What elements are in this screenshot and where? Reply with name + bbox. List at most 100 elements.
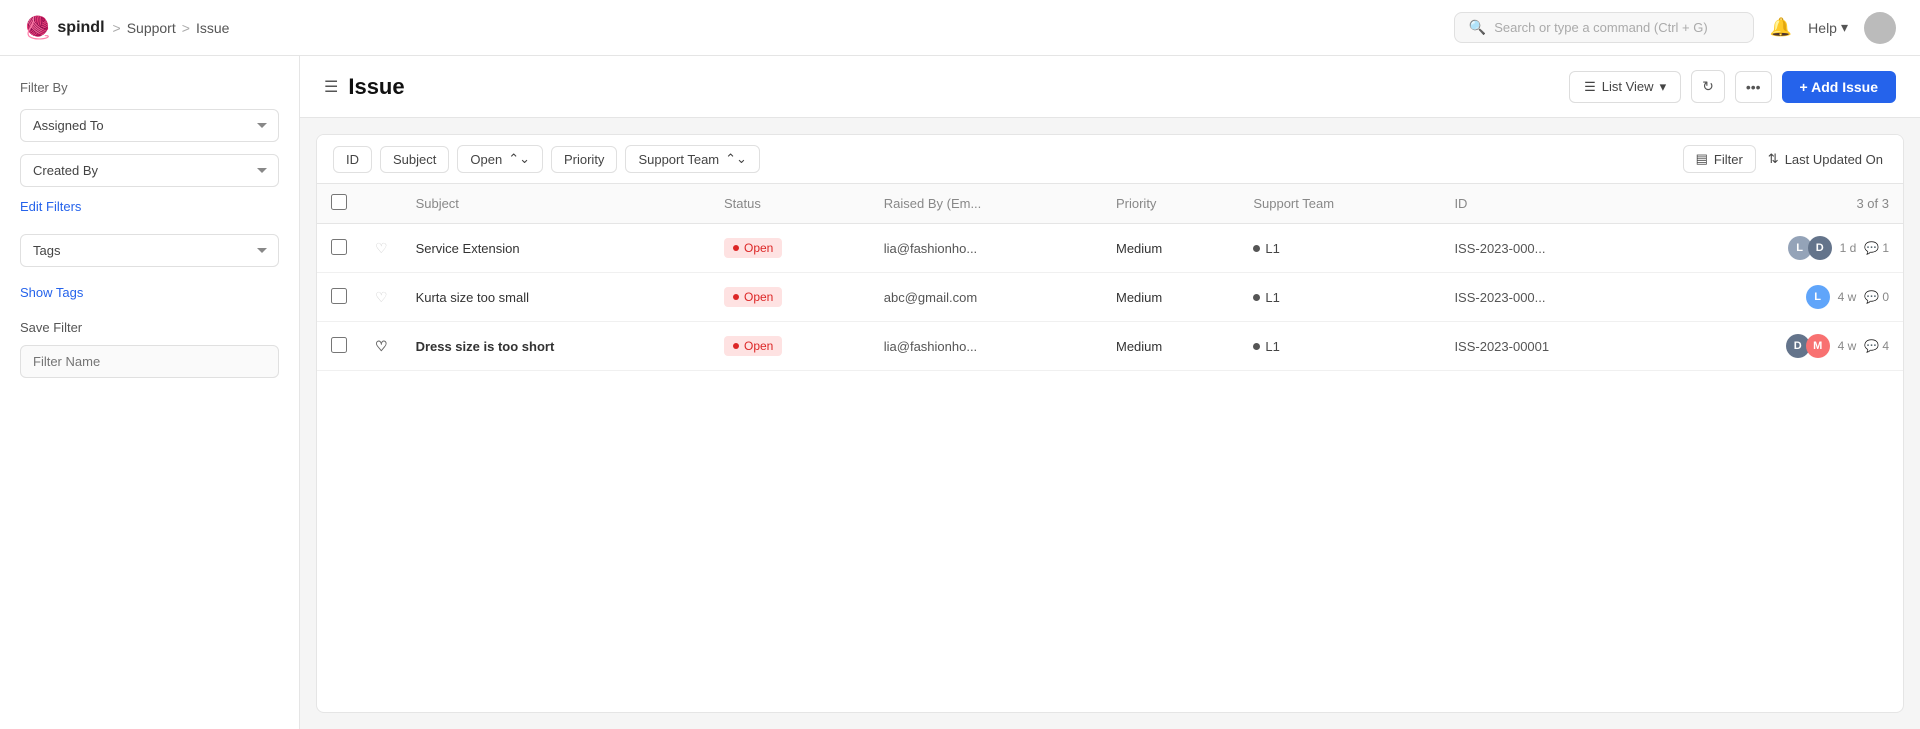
th-subject-label: Subject (416, 196, 459, 211)
support-team-filter[interactable]: Support Team ⌃⌄ (625, 145, 760, 173)
avatar-group: DM (1790, 334, 1830, 358)
logo: 🧶 spindl (24, 15, 105, 41)
sort-button[interactable]: ⇅ Last Updated On (1764, 146, 1887, 172)
record-count: 3 of 3 (1856, 196, 1889, 211)
help-label: Help (1808, 20, 1837, 36)
help-button[interactable]: Help ▾ (1808, 19, 1848, 36)
content-area: ☰ Issue ☰ List View ▾ ↻ ••• + Add Issue (300, 56, 1920, 729)
sort-label: Last Updated On (1785, 152, 1883, 167)
select-all-checkbox[interactable] (331, 194, 347, 210)
assigned-to-select[interactable]: Assigned To (20, 109, 279, 142)
topnav: 🧶 spindl > Support > Issue 🔍 Search or t… (0, 0, 1920, 56)
th-support-team-label: Support Team (1253, 196, 1334, 211)
table-header: Subject Status Raised By (Em... Priority (317, 184, 1903, 224)
favorite-icon[interactable]: ♡ (375, 240, 388, 256)
row-support-team-cell: L1 (1239, 224, 1440, 273)
add-issue-button[interactable]: + Add Issue (1782, 71, 1896, 103)
page-header: ☰ Issue ☰ List View ▾ ↻ ••• + Add Issue (300, 56, 1920, 118)
row-raised-by-cell: lia@fashionho... (870, 224, 1102, 273)
row-subject-cell[interactable]: Service Extension (402, 224, 710, 273)
row-subject-cell[interactable]: Kurta size too small (402, 273, 710, 322)
subject-filter[interactable]: Subject (380, 146, 449, 173)
list-view-chevron: ▾ (1660, 79, 1667, 95)
subject-filter-label: Subject (393, 152, 436, 167)
th-subject: Subject (402, 184, 710, 224)
logo-text: spindl (57, 19, 104, 37)
topnav-right: 🔍 Search or type a command (Ctrl + G) 🔔 … (1454, 12, 1896, 44)
support-team-filter-label: Support Team (638, 152, 719, 167)
row-subject-cell[interactable]: Dress size is too short (402, 322, 710, 371)
table-row: ♡ Service Extension Open lia@fashionho..… (317, 224, 1903, 273)
avatar: M (1806, 334, 1830, 358)
avatar-group: L (1810, 285, 1830, 309)
filter-icon: ▤ (1696, 151, 1708, 167)
page: Filter By Assigned To Created By Edit Fi… (0, 56, 1920, 729)
row-priority-cell: Medium (1102, 322, 1239, 371)
table-row: ♡ Kurta size too small Open abc@gmail.co… (317, 273, 1903, 322)
comment-count: 💬 1 (1864, 241, 1889, 255)
row-id-cell: ISS-2023-00001 (1440, 322, 1667, 371)
row-checkbox[interactable] (331, 288, 347, 304)
comment-icon: 💬 (1864, 241, 1879, 255)
sidebar: Filter By Assigned To Created By Edit Fi… (0, 56, 300, 729)
favorite-icon[interactable]: ♡ (375, 289, 388, 305)
row-raised-by-cell: abc@gmail.com (870, 273, 1102, 322)
time-ago: 1 d (1840, 241, 1857, 255)
comment-icon: 💬 (1864, 290, 1879, 304)
list-view-button[interactable]: ☰ List View ▾ (1569, 71, 1681, 103)
status-filter[interactable]: Open ⌃⌄ (457, 145, 543, 173)
table-row: ♡ Dress size is too short Open lia@fashi… (317, 322, 1903, 371)
issue-table: Subject Status Raised By (Em... Priority (317, 184, 1903, 371)
th-status: Status (710, 184, 870, 224)
topnav-left: 🧶 spindl > Support > Issue (24, 15, 229, 41)
row-checkbox[interactable] (331, 239, 347, 255)
th-record-count: 3 of 3 (1667, 184, 1903, 224)
comment-count: 💬 4 (1864, 339, 1889, 353)
list-view-icon: ☰ (1584, 79, 1596, 95)
row-status-cell: Open (710, 322, 870, 371)
row-priority-cell: Medium (1102, 224, 1239, 273)
comment-count: 💬 0 (1864, 290, 1889, 304)
breadcrumb-sep1: > (113, 20, 121, 36)
status-badge: Open (724, 238, 782, 258)
th-priority: Priority (1102, 184, 1239, 224)
more-options-button[interactable]: ••• (1735, 71, 1772, 103)
row-checkbox[interactable] (331, 337, 347, 353)
created-by-select[interactable]: Created By (20, 154, 279, 187)
filter-name-input[interactable] (20, 345, 279, 378)
refresh-button[interactable]: ↻ (1691, 70, 1725, 103)
avatar: D (1808, 236, 1832, 260)
breadcrumb-support[interactable]: Support (127, 20, 176, 36)
avatar: L (1806, 285, 1830, 309)
priority-filter-label: Priority (564, 152, 604, 167)
page-title: Issue (348, 74, 404, 100)
support-dot (1253, 294, 1260, 301)
row-status-cell: Open (710, 273, 870, 322)
edit-filters-link[interactable]: Edit Filters (20, 199, 279, 214)
status-filter-label: Open (470, 152, 502, 167)
add-issue-label: + Add Issue (1800, 79, 1878, 95)
row-checkbox-cell (317, 273, 361, 322)
row-id-cell: ISS-2023-000... (1440, 224, 1667, 273)
priority-filter[interactable]: Priority (551, 146, 617, 173)
table-header-row: Subject Status Raised By (Em... Priority (317, 184, 1903, 224)
search-icon: 🔍 (1469, 19, 1486, 36)
notification-bell[interactable]: 🔔 (1770, 17, 1792, 38)
th-raised-by-label: Raised By (Em... (884, 196, 982, 211)
show-tags-link[interactable]: Show Tags (20, 285, 279, 300)
tags-select[interactable]: Tags (20, 234, 279, 267)
status-dot (733, 245, 739, 251)
favorite-icon[interactable]: ♡ (375, 338, 388, 354)
time-ago: 4 w (1838, 339, 1857, 353)
user-avatar[interactable] (1864, 12, 1896, 44)
search-box[interactable]: 🔍 Search or type a command (Ctrl + G) (1454, 12, 1754, 43)
th-support-team: Support Team (1239, 184, 1440, 224)
breadcrumb-issue[interactable]: Issue (196, 20, 229, 36)
row-fav-cell: ♡ (361, 224, 402, 273)
hamburger-icon[interactable]: ☰ (324, 77, 338, 97)
breadcrumb: > Support > Issue (113, 20, 230, 36)
id-filter[interactable]: ID (333, 146, 372, 173)
logo-icon: 🧶 (24, 15, 51, 41)
filter-button[interactable]: ▤ Filter (1683, 145, 1756, 173)
save-filter-label: Save Filter (20, 320, 279, 335)
